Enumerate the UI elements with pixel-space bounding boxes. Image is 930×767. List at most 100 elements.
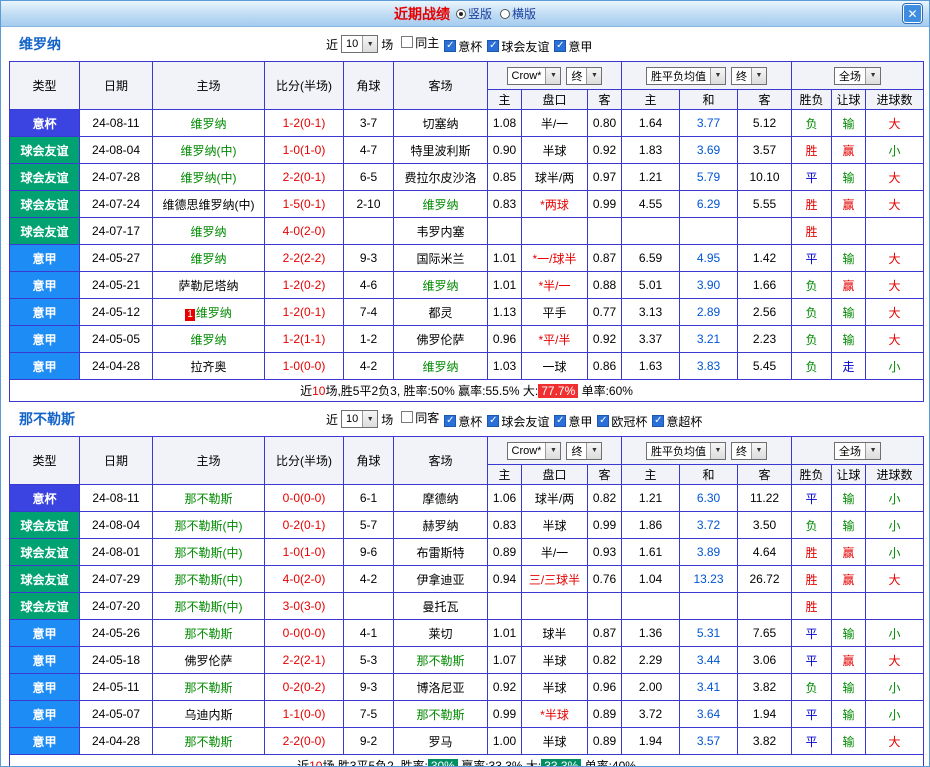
- bookmaker-select[interactable]: Crow* ▼: [506, 441, 562, 460]
- cell-euro-home: 1.21: [621, 484, 680, 512]
- cell-handicap: 半球: [521, 673, 588, 701]
- match-row: 意甲 24-04-28 那不勒斯 2-2(0-0) 9-2 罗马 1.00 半球 0.89 1.9…: [9, 727, 925, 755]
- cell-odds-away: 0.92: [587, 325, 622, 353]
- cell-euro-away: 10.10: [736, 163, 793, 191]
- cell-odds-home: 1.01: [487, 244, 522, 272]
- layout-radio-option[interactable]: 横版: [500, 5, 536, 22]
- cell-corners: 2-10: [343, 190, 394, 218]
- checkbox-checked-icon[interactable]: ✓: [487, 40, 500, 52]
- checkbox-checked-icon[interactable]: ✓: [487, 415, 500, 427]
- col-handicap: 盘口: [521, 89, 588, 110]
- bookmaker-select[interactable]: Crow* ▼: [506, 66, 562, 85]
- scope-select[interactable]: 全场 ▼: [834, 66, 882, 85]
- col-type: 类型: [9, 436, 80, 485]
- summary-part: 10: [312, 384, 326, 398]
- cell-competition: 意杯: [9, 484, 80, 512]
- checkbox-checked-icon[interactable]: ✓: [597, 415, 610, 427]
- summary-part: 场,胜3平5负2, 胜率:: [322, 759, 428, 767]
- filter-checkbox[interactable]: ✓ 意杯: [444, 38, 482, 55]
- euro-final-select[interactable]: 终 ▼: [731, 66, 767, 85]
- filter-checkbox[interactable]: ✓ 球会友谊: [487, 413, 549, 430]
- checkbox-unchecked-icon[interactable]: [401, 411, 414, 423]
- col-home: 主场: [152, 61, 265, 110]
- checkbox-checked-icon[interactable]: ✓: [554, 40, 567, 52]
- cell-competition: 意甲: [9, 619, 80, 647]
- checkbox-checked-icon[interactable]: ✓: [444, 415, 457, 427]
- filter-checkbox[interactable]: ✓ 意甲: [554, 413, 592, 430]
- cell-away-team: 切塞纳: [393, 109, 488, 137]
- col-odds-away: 客: [587, 89, 622, 110]
- cell-handicap: 球半/两: [521, 484, 588, 512]
- match-row: 意甲 24-05-07 乌迪内斯 1-1(0-0) 7-5 那不勒斯 0.99 *半球 0.89…: [9, 700, 925, 728]
- handicap-final-select[interactable]: 终 ▼: [566, 441, 603, 460]
- home-team-name: 维罗纳: [190, 116, 227, 131]
- matches-table: 类型 日期 主场 比分(半场) 角球 客场 Crow* ▼ 终 ▼ 胜平负均值 …: [8, 61, 925, 402]
- cell-handicap: *半/一: [521, 271, 588, 299]
- scope-select[interactable]: 全场 ▼: [834, 441, 882, 460]
- filter-checkbox[interactable]: ✓ 意甲: [554, 38, 592, 55]
- summary-text: 近10场,胜3平5负2, 胜率: 30% 赢率:33.3% 大: 33.3% 单率:…: [297, 759, 636, 767]
- cell-odds-home: 0.96: [487, 325, 522, 353]
- match-row: 球会友谊 24-07-29 那不勒斯(中) 4-0(2-0) 4-2 伊拿迪亚 0.94 三/…: [9, 565, 925, 593]
- cell-euro-draw: 3.21: [679, 325, 738, 353]
- cell-result-handicap: 输: [831, 109, 867, 137]
- euro-final-select[interactable]: 终 ▼: [731, 441, 767, 460]
- col-odds-home: 主: [487, 89, 522, 110]
- cell-home-team: 乌迪内斯: [152, 700, 265, 728]
- checkbox-label: 意超杯: [666, 414, 703, 429]
- cell-date: 24-08-01: [79, 538, 153, 566]
- cell-result-goals: 小: [865, 673, 925, 701]
- cell-score: 1-0(1-0): [264, 136, 344, 164]
- filter-checkbox[interactable]: ✓ 意杯: [444, 413, 482, 430]
- cell-euro-draw: 5.31: [679, 619, 738, 647]
- match-count-select[interactable]: 10 ▼: [341, 35, 379, 53]
- cell-result-handicap: 赢: [831, 136, 867, 164]
- match-count-select[interactable]: 10 ▼: [341, 410, 379, 428]
- checkbox-unchecked-icon[interactable]: [401, 36, 414, 48]
- cell-euro-away: 5.55: [736, 190, 793, 218]
- radio-label: 竖版: [467, 7, 492, 21]
- cell-odds-away: [587, 217, 622, 245]
- cell-home-team: 维德思维罗纳(中): [152, 190, 265, 218]
- cell-euro-home: 3.72: [621, 700, 680, 728]
- cell-odds-home: 0.92: [487, 673, 522, 701]
- col-date: 日期: [79, 61, 153, 110]
- checkbox-checked-icon[interactable]: ✓: [444, 40, 457, 52]
- cell-score: 0-0(0-0): [264, 619, 344, 647]
- col-goals: 进球数: [865, 464, 925, 485]
- col-euro-away: 客: [736, 89, 793, 110]
- team-section-napoli: 那不勒斯 近 10 ▼ 场 同客 ✓ 意杯 ✓ 球会友谊 ✓ 意甲 ✓ 欧冠杯 ✓ 意超杯 类型 日期…: [1, 402, 929, 767]
- cell-home-team: 那不勒斯: [152, 673, 265, 701]
- cell-competition: 意甲: [9, 673, 80, 701]
- col-home: 主场: [152, 436, 265, 485]
- radio-unselected-icon[interactable]: [500, 8, 510, 19]
- away-team-name: 那不勒斯: [416, 653, 465, 668]
- col-wdl: 胜负: [791, 464, 833, 485]
- cell-home-team: 拉齐奥: [152, 352, 265, 380]
- euro-avg-select[interactable]: 胜平负均值 ▼: [646, 441, 726, 460]
- filter-checkbox[interactable]: ✓ 球会友谊: [487, 38, 549, 55]
- handicap-final-select[interactable]: 终 ▼: [566, 66, 603, 85]
- cell-home-team: 维罗纳: [152, 217, 265, 245]
- home-team-name: 那不勒斯: [184, 626, 233, 641]
- cell-away-team: 韦罗内塞: [393, 217, 488, 245]
- layout-radio-option[interactable]: 竖版: [455, 5, 492, 22]
- filter-checkbox[interactable]: ✓ 欧冠杯: [597, 413, 647, 430]
- cell-odds-away: 0.86: [587, 352, 622, 380]
- close-button[interactable]: ✕: [902, 3, 923, 24]
- filter-checkbox[interactable]: 同客: [401, 409, 439, 426]
- cell-odds-home: 1.03: [487, 352, 522, 380]
- match-row: 意杯 24-08-11 维罗纳 1-2(0-1) 3-7 切塞纳 1.08 半/一 0.80 1.…: [9, 109, 925, 137]
- euro-avg-select[interactable]: 胜平负均值 ▼: [646, 66, 726, 85]
- radio-selected-icon[interactable]: [455, 8, 466, 19]
- cell-competition: 球会友谊: [9, 217, 80, 245]
- version-radios: 竖版 横版: [455, 5, 536, 22]
- checkbox-checked-icon[interactable]: ✓: [554, 415, 567, 427]
- cell-odds-home: [487, 217, 522, 245]
- filter-checkbox[interactable]: ✓ 意超杯: [652, 413, 702, 430]
- filter-checkbox[interactable]: 同主: [401, 34, 439, 51]
- cell-euro-away: 11.22: [736, 484, 793, 512]
- col-euro-draw: 和: [679, 464, 738, 485]
- checkbox-checked-icon[interactable]: ✓: [652, 415, 665, 427]
- cell-result-goals: 大: [865, 271, 925, 299]
